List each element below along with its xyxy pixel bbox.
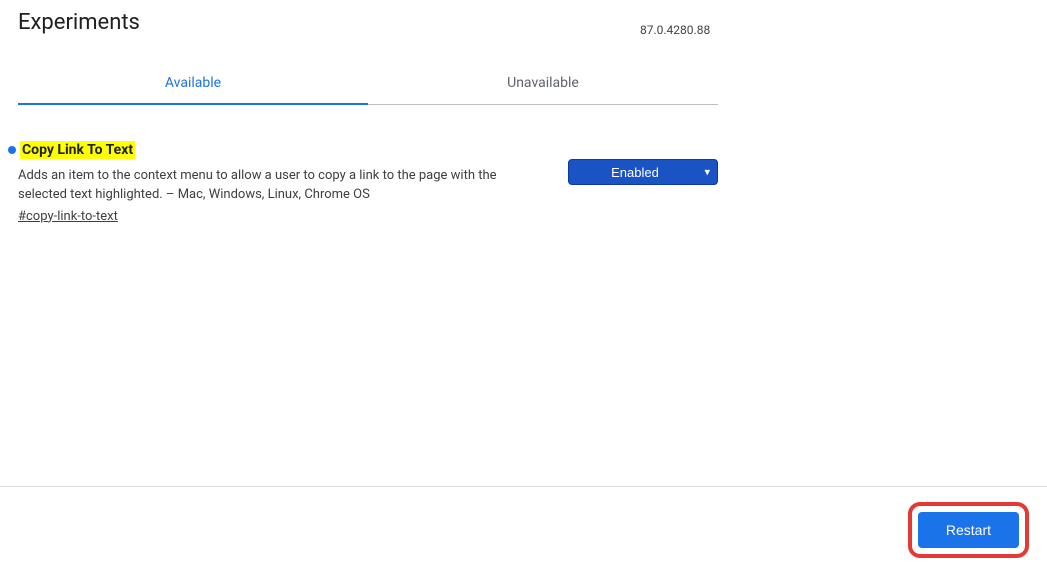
experiment-hash-link[interactable]: #copy-link-to-text [18,209,118,224]
version-label: 87.0.4280.88 [640,23,710,37]
page-title: Experiments [18,10,140,35]
restart-button[interactable]: Restart [918,512,1019,548]
experiment-title: Copy Link To Text [20,141,135,159]
tab-available[interactable]: Available [18,63,368,105]
experiment-row: Copy Link To Text Adds an item to the co… [8,141,718,224]
tabs-container: Available Unavailable [18,63,718,105]
experiment-description: Adds an item to the context menu to allo… [18,167,548,205]
modified-dot-icon [8,146,16,154]
tab-unavailable[interactable]: Unavailable [368,63,718,105]
experiment-state-select[interactable]: DefaultEnabledDisabled [568,159,718,185]
footer-bar: Restart [0,486,1047,574]
restart-highlight-box: Restart [908,502,1029,558]
